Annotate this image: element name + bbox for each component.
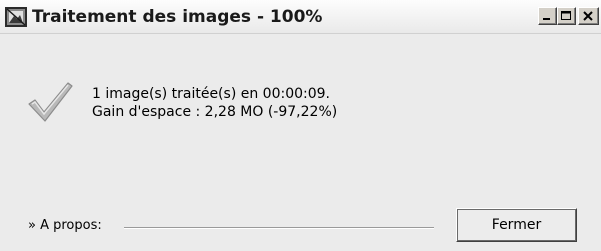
title-bar: Traitement des images - 100% (0, 0, 601, 34)
close-icon (583, 11, 593, 21)
app-image-icon[interactable] (4, 5, 28, 29)
checkmark-icon (26, 79, 74, 125)
result-summary-text: 1 image(s) traitée(s) en 00:00:09. (92, 86, 330, 102)
divider (124, 227, 434, 229)
space-gain-text: Gain d'espace : 2,28 MO (-97,22%) (92, 104, 338, 120)
window-title: Traitement des images - 100% (32, 7, 323, 27)
maximize-icon (561, 11, 571, 20)
about-toggle-link[interactable]: » A propos: (28, 218, 102, 234)
close-window-button[interactable] (578, 7, 599, 25)
maximize-button[interactable] (557, 7, 576, 25)
close-button[interactable]: Fermer (456, 208, 577, 242)
minimize-button[interactable] (538, 7, 557, 25)
minimize-icon (543, 18, 550, 20)
